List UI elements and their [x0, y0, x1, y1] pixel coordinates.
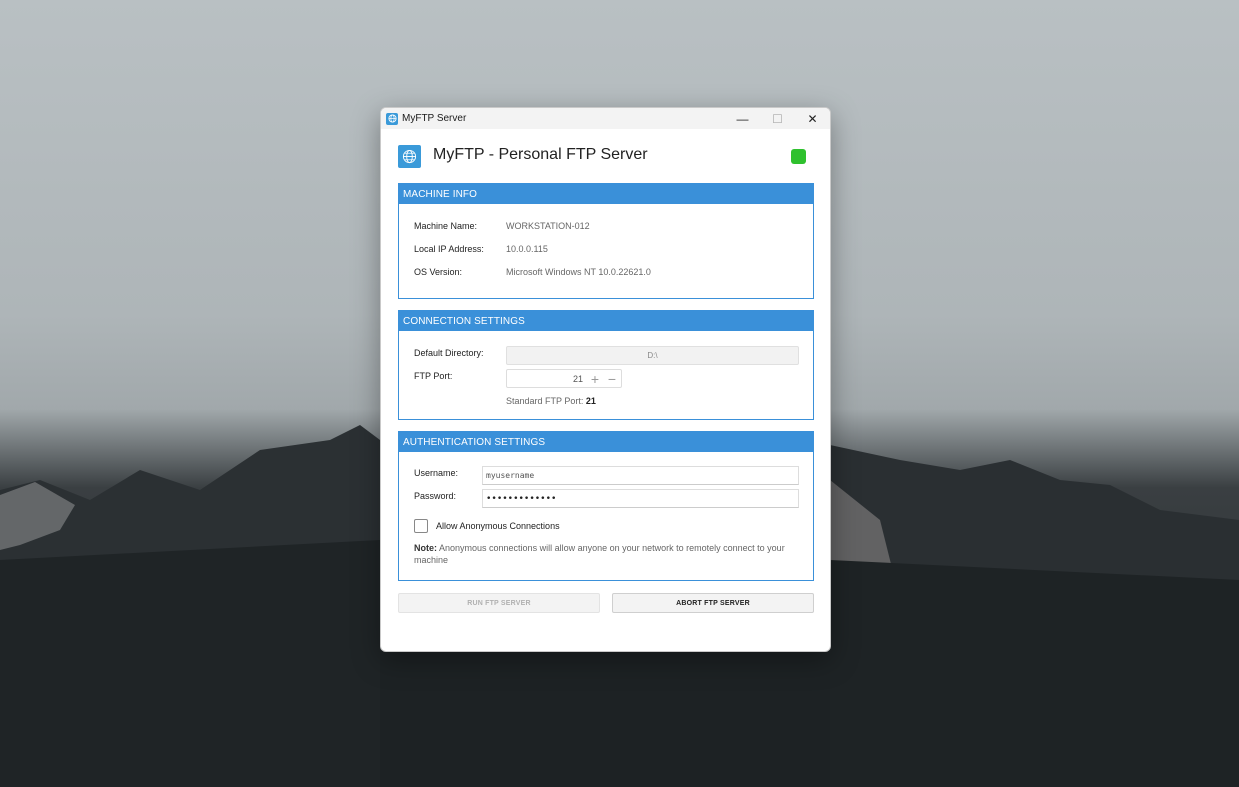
allow-anonymous-label[interactable]: Allow Anonymous Connections — [436, 521, 560, 531]
username-input[interactable]: myusername — [482, 466, 799, 485]
default-directory-label: Default Directory: — [414, 348, 484, 358]
password-label: Password: — [414, 491, 457, 501]
plus-icon[interactable]: + — [587, 370, 603, 387]
ip-address-value: 10.0.0.115 — [506, 244, 548, 254]
os-version-value: Microsoft Windows NT 10.0.22621.0 — [506, 267, 651, 277]
password-input[interactable]: ••••••••••••• — [482, 489, 799, 508]
minus-icon[interactable]: − — [604, 370, 620, 387]
authentication-settings-section: AUTHENTICATION SETTINGS Username: myuser… — [398, 431, 814, 581]
maximize-button[interactable]: ☐ — [760, 108, 795, 129]
run-ftp-server-button[interactable]: RUN FTP SERVER — [398, 593, 600, 613]
minimize-icon: — — [736, 111, 749, 126]
app-header: MyFTP - Personal FTP Server — [381, 129, 830, 184]
minimize-button[interactable]: — — [725, 108, 760, 129]
standard-port-value: 21 — [585, 396, 596, 406]
machine-info-section: MACHINE INFO Machine Name: WORKSTATION-0… — [398, 183, 814, 299]
standard-port-hint: Standard FTP Port: 21 — [506, 396, 596, 406]
app-small-icon — [386, 112, 398, 125]
title-bar[interactable]: MyFTP Server — ☐ ✕ — [381, 108, 830, 129]
window-title: MyFTP Server — [402, 113, 467, 124]
globe-icon — [398, 145, 421, 168]
close-icon: ✕ — [807, 111, 818, 126]
abort-ftp-server-button[interactable]: ABORT FTP SERVER — [612, 593, 814, 613]
anonymous-note: Note: Anonymous connections will allow a… — [414, 542, 809, 566]
ip-address-label: Local IP Address: — [414, 244, 484, 254]
app-title: MyFTP - Personal FTP Server — [433, 146, 648, 163]
connection-settings-section: CONNECTION SETTINGS Default Directory: D… — [398, 310, 814, 420]
ftp-port-value[interactable]: 21 — [573, 374, 583, 384]
os-version-label: OS Version: — [414, 267, 463, 277]
ftp-port-label: FTP Port: — [414, 371, 453, 381]
section-heading: AUTHENTICATION SETTINGS — [399, 432, 813, 452]
default-directory-field[interactable]: D:\ — [506, 346, 799, 365]
note-prefix: Note: — [414, 543, 437, 553]
note-text: Anonymous connections will allow anyone … — [414, 543, 785, 565]
machine-name-value: WORKSTATION-012 — [506, 221, 590, 231]
app-window: MyFTP Server — ☐ ✕ MyFTP - Personal FTP … — [380, 107, 831, 652]
allow-anonymous-checkbox[interactable] — [414, 519, 428, 533]
section-heading: CONNECTION SETTINGS — [399, 311, 813, 331]
close-button[interactable]: ✕ — [795, 108, 830, 129]
section-heading: MACHINE INFO — [399, 184, 813, 204]
machine-name-label: Machine Name: — [414, 221, 478, 231]
maximize-icon: ☐ — [772, 111, 783, 126]
standard-port-prefix: Standard FTP Port: — [506, 396, 586, 406]
username-label: Username: — [414, 468, 459, 478]
server-status-indicator — [791, 149, 806, 164]
ftp-port-stepper[interactable]: 21 + − — [506, 369, 622, 388]
